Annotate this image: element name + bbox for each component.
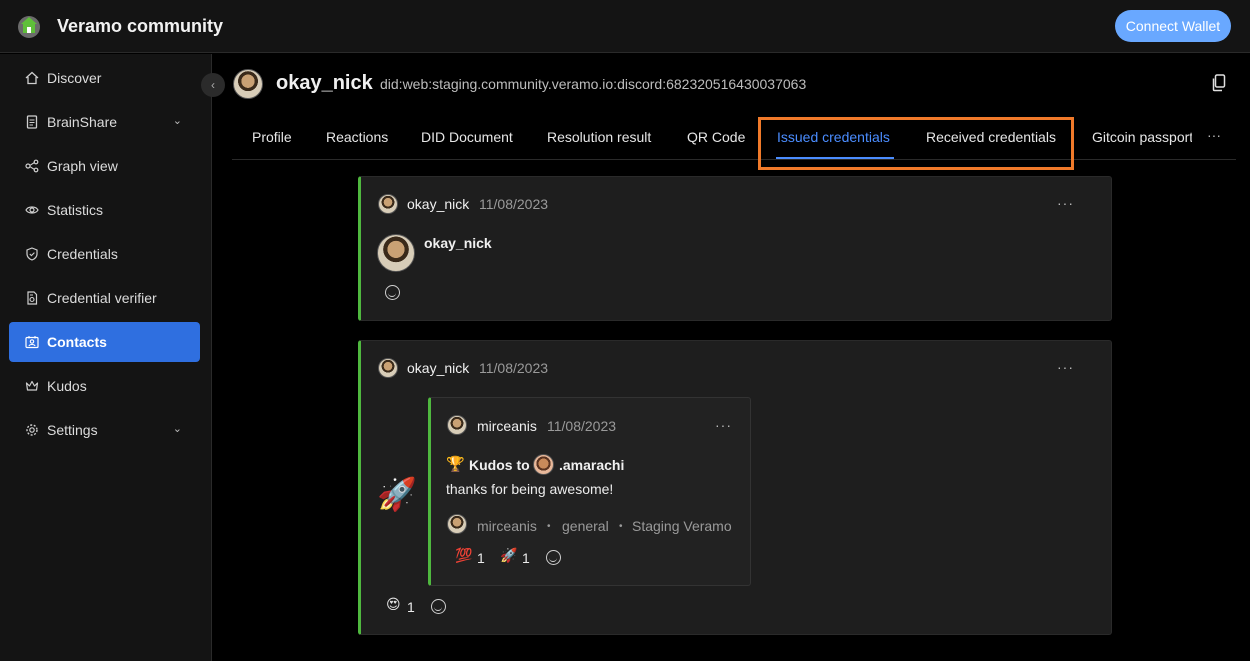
add-reaction-icon[interactable] bbox=[431, 599, 446, 614]
profile-did: did:web:staging.community.veramo.io:disc… bbox=[380, 76, 807, 92]
graph-icon bbox=[24, 159, 39, 174]
gear-icon bbox=[24, 423, 39, 438]
footer-server[interactable]: Staging Veramo bbox=[632, 518, 732, 534]
veramo-logo-icon[interactable] bbox=[18, 16, 40, 38]
sidebar-item-statistics[interactable]: Statistics bbox=[9, 190, 200, 230]
highlight-annotation-box bbox=[758, 117, 1074, 170]
sidebar: Discover BrainShare ⌄ Graph view Statist… bbox=[0, 54, 212, 661]
heart-eyes-icon[interactable]: 😍 bbox=[386, 597, 401, 613]
sidebar-item-label: Settings bbox=[47, 422, 98, 438]
tab-did-document[interactable]: DID Document bbox=[421, 129, 513, 145]
credential-card[interactable]: okay_nick 11/08/2023 ··· 🚀 mirceanis 11/… bbox=[358, 340, 1112, 635]
kudos-to-label: Kudos to bbox=[469, 457, 530, 473]
home-icon bbox=[24, 71, 39, 86]
kudos-message: thanks for being awesome! bbox=[446, 481, 614, 497]
sidebar-item-settings[interactable]: Settings ⌄ bbox=[9, 410, 200, 450]
separator-dot: • bbox=[547, 521, 551, 532]
sidebar-item-kudos[interactable]: Kudos bbox=[9, 366, 200, 406]
card-body-name: okay_nick bbox=[424, 235, 492, 251]
tabs-more-icon[interactable]: ··· bbox=[1207, 127, 1221, 143]
top-header: Veramo community Connect Wallet bbox=[0, 0, 1250, 53]
profile-tabs: Profile Reactions DID Document Resolutio… bbox=[232, 118, 1236, 160]
connect-wallet-button[interactable]: Connect Wallet bbox=[1115, 10, 1231, 42]
footer-channel[interactable]: general bbox=[562, 518, 609, 534]
kudos-recipient[interactable]: .amarachi bbox=[559, 457, 624, 473]
eye-icon bbox=[24, 203, 39, 218]
sidebar-item-label: Contacts bbox=[47, 334, 107, 350]
kudos-date: 11/08/2023 bbox=[547, 418, 617, 434]
sidebar-item-credentials[interactable]: Credentials bbox=[9, 234, 200, 274]
card-date: 11/08/2023 bbox=[479, 360, 549, 376]
sidebar-item-label: Credentials bbox=[47, 246, 118, 262]
sidebar-item-label: Kudos bbox=[47, 378, 87, 394]
sidebar-item-label: BrainShare bbox=[47, 114, 118, 130]
hundred-points-icon[interactable]: 💯 bbox=[455, 548, 472, 564]
sidebar-item-label: Credential verifier bbox=[47, 290, 157, 306]
avatar bbox=[378, 194, 398, 214]
chevron-down-icon[interactable]: ⌄ bbox=[173, 114, 182, 127]
footer-author[interactable]: mirceanis bbox=[477, 518, 537, 534]
copy-icon[interactable] bbox=[1211, 74, 1227, 92]
kudos-menu-icon[interactable]: ··· bbox=[715, 417, 732, 433]
card-menu-icon[interactable]: ··· bbox=[1057, 195, 1074, 211]
profile-name: okay_nick bbox=[276, 72, 373, 94]
credential-card[interactable]: okay_nick 11/08/2023 ··· okay_nick bbox=[358, 176, 1112, 321]
trophy-icon: 🏆 bbox=[446, 455, 465, 473]
avatar bbox=[378, 358, 398, 378]
crown-icon bbox=[24, 379, 39, 394]
avatar bbox=[447, 415, 467, 435]
sidebar-item-brainshare[interactable]: BrainShare ⌄ bbox=[9, 102, 200, 142]
reaction-count: 1 bbox=[477, 550, 485, 566]
app-title[interactable]: Veramo community bbox=[57, 16, 223, 37]
kudos-message-card[interactable]: mirceanis 11/08/2023 ··· 🏆 Kudos to .ama… bbox=[428, 397, 751, 586]
document-icon bbox=[24, 115, 39, 130]
reaction-count: 1 bbox=[407, 599, 415, 615]
card-author[interactable]: okay_nick bbox=[407, 196, 469, 212]
add-reaction-icon[interactable] bbox=[385, 285, 400, 300]
avatar bbox=[377, 234, 415, 272]
tab-profile[interactable]: Profile bbox=[252, 129, 292, 145]
separator-dot: • bbox=[619, 521, 623, 532]
tab-reactions[interactable]: Reactions bbox=[326, 129, 388, 145]
profile-avatar bbox=[233, 69, 263, 99]
card-menu-icon[interactable]: ··· bbox=[1057, 359, 1074, 375]
collapse-sidebar-icon[interactable]: ‹ bbox=[201, 73, 225, 97]
avatar bbox=[447, 514, 467, 534]
contacts-icon bbox=[24, 335, 39, 350]
sidebar-item-discover[interactable]: Discover bbox=[9, 58, 200, 98]
sidebar-item-credential-verifier[interactable]: Credential verifier bbox=[9, 278, 200, 318]
tab-gitcoin-passport[interactable]: Gitcoin passport bbox=[1092, 129, 1192, 145]
kudos-author[interactable]: mirceanis bbox=[477, 418, 537, 434]
avatar bbox=[533, 454, 554, 475]
rocket-icon[interactable]: 🚀 bbox=[500, 548, 517, 564]
shield-icon bbox=[24, 247, 39, 262]
sidebar-item-contacts[interactable]: Contacts bbox=[9, 322, 200, 362]
add-reaction-icon[interactable] bbox=[546, 550, 561, 565]
rocket-icon: 🚀 bbox=[377, 475, 417, 513]
tab-qr-code[interactable]: QR Code bbox=[687, 129, 745, 145]
reaction-count: 1 bbox=[522, 550, 530, 566]
card-author[interactable]: okay_nick bbox=[407, 360, 469, 376]
card-date: 11/08/2023 bbox=[479, 196, 549, 212]
sidebar-item-graph-view[interactable]: Graph view bbox=[9, 146, 200, 186]
tab-resolution-result[interactable]: Resolution result bbox=[547, 129, 651, 145]
sidebar-item-label: Statistics bbox=[47, 202, 104, 218]
sidebar-item-label: Graph view bbox=[47, 158, 118, 174]
file-check-icon bbox=[24, 291, 39, 306]
tab-overflow-clip: Gitcoin passport bbox=[1092, 118, 1192, 158]
sidebar-item-label: Discover bbox=[47, 70, 102, 86]
chevron-down-icon[interactable]: ⌄ bbox=[173, 422, 182, 435]
